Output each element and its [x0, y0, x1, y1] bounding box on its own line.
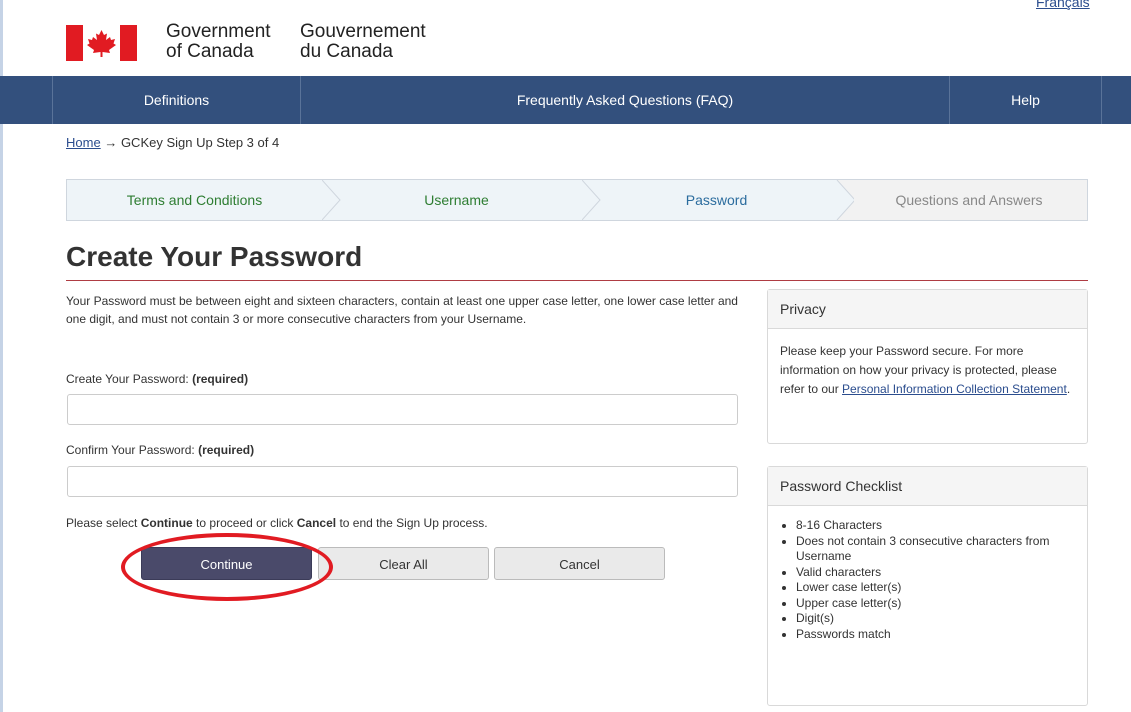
continue-button[interactable]: Continue: [141, 547, 312, 580]
confirm-password-input[interactable]: [67, 466, 738, 497]
nav-separator: [1101, 76, 1102, 124]
instruction-mid: to proceed or click: [192, 516, 297, 530]
signature-fr-line2: du Canada: [300, 41, 393, 62]
checklist-panel-body: 8-16 Characters Does not contain 3 conse…: [768, 506, 1087, 654]
checklist-item-digits: Digit(s): [796, 611, 1075, 627]
confirm-password-label-text: Confirm Your Password:: [66, 443, 195, 457]
cancel-button[interactable]: Cancel: [494, 547, 665, 580]
step-password: Password: [685, 192, 748, 208]
signup-instruction-text: Please select Continue to proceed or cli…: [66, 516, 488, 530]
clear-all-button[interactable]: Clear All: [318, 547, 489, 580]
nav-item-definitions[interactable]: Definitions: [53, 76, 300, 124]
breadcrumb: Home → GCKey Sign Up Step 3 of 4: [66, 135, 279, 150]
canada-flag-icon: [66, 25, 137, 61]
required-marker: (required): [192, 372, 249, 386]
title-divider: [66, 280, 1088, 281]
personal-info-collection-link[interactable]: Personal Information Collection Statemen…: [842, 382, 1067, 396]
instruction-continue: Continue: [140, 516, 193, 530]
instruction-cancel: Cancel: [296, 516, 337, 530]
signature-en-line2: of Canada: [166, 41, 254, 62]
create-password-label-text: Create Your Password:: [66, 372, 189, 386]
privacy-text-end: .: [1066, 382, 1071, 396]
step-questions-and-answers: Questions and Answers: [895, 192, 1043, 208]
signature-fr-line1: Gouvernement: [300, 21, 426, 42]
government-signature-fr: Gouvernement du Canada: [300, 22, 426, 62]
government-signature-en: Government of Canada: [166, 22, 271, 62]
checklist-panel-heading: Password Checklist: [768, 467, 1087, 506]
privacy-panel-heading: Privacy: [768, 290, 1087, 329]
main-nav-bar: Definitions Frequently Asked Questions (…: [0, 76, 1131, 124]
page-title: Create Your Password: [66, 241, 363, 272]
instruction-post: to end the Sign Up process.: [336, 516, 488, 530]
signature-en-line1: Government: [166, 21, 271, 42]
signup-progress-steps: Terms and Conditions Username Password Q…: [66, 179, 1088, 221]
create-password-input[interactable]: [67, 394, 738, 425]
privacy-panel: Privacy Please keep your Password secure…: [767, 289, 1088, 444]
checklist-item-length: 8-16 Characters: [796, 518, 1075, 534]
language-toggle-link[interactable]: Français: [1036, 0, 1090, 10]
nav-item-faq[interactable]: Frequently Asked Questions (FAQ): [301, 76, 949, 124]
checklist-item-valid-characters: Valid characters: [796, 565, 1075, 581]
password-requirements-text: Your Password must be between eight and …: [66, 294, 738, 326]
required-marker: (required): [198, 443, 255, 457]
privacy-panel-body: Please keep your Password secure. For mo…: [768, 329, 1087, 411]
password-checklist-panel: Password Checklist 8-16 Characters Does …: [767, 466, 1088, 706]
step-username: Username: [424, 192, 489, 208]
checklist-item-uppercase: Upper case letter(s): [796, 596, 1075, 612]
step-terms-and-conditions: Terms and Conditions: [126, 192, 263, 208]
checklist-item-no-consecutive: Does not contain 3 consecutive character…: [796, 534, 1075, 565]
nav-item-help[interactable]: Help: [950, 76, 1101, 124]
checklist-item-lowercase: Lower case letter(s): [796, 580, 1075, 596]
password-checklist: 8-16 Characters Does not contain 3 conse…: [772, 518, 1075, 642]
breadcrumb-home-link[interactable]: Home: [66, 135, 101, 150]
checklist-item-passwords-match: Passwords match: [796, 627, 1075, 643]
breadcrumb-current: GCKey Sign Up Step 3 of 4: [120, 135, 280, 150]
instruction-pre: Please select: [66, 516, 141, 530]
create-password-label: Create Your Password: (required): [66, 372, 248, 386]
confirm-password-label: Confirm Your Password: (required): [66, 443, 254, 457]
breadcrumb-arrow-icon: →: [104, 135, 118, 150]
